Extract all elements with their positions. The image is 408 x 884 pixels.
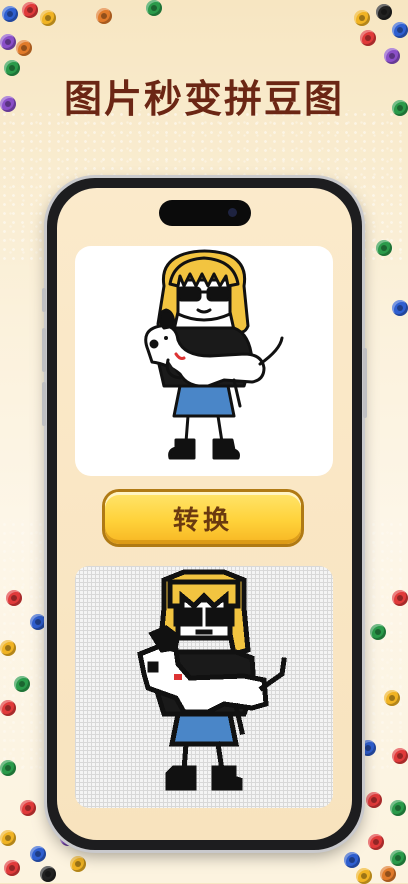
bead-dot-icon xyxy=(22,2,38,18)
bead-dot-icon xyxy=(392,100,408,116)
phone-power-button xyxy=(363,348,367,418)
bead-dot-icon xyxy=(370,624,386,640)
bead-dot-icon xyxy=(368,834,384,850)
bead-dot-icon xyxy=(2,6,18,22)
bead-dot-icon xyxy=(0,96,16,112)
bead-dot-icon xyxy=(14,676,30,692)
bead-dot-icon xyxy=(146,0,162,16)
bead-dot-icon xyxy=(356,868,372,884)
bead-dot-icon xyxy=(6,590,22,606)
bead-dot-icon xyxy=(376,4,392,20)
bead-dot-icon xyxy=(390,800,406,816)
bead-dot-icon xyxy=(0,34,16,50)
bead-dot-icon xyxy=(4,860,20,876)
pixel-bead-illustration-icon xyxy=(137,569,287,791)
original-illustration-icon xyxy=(144,249,284,460)
original-image-card[interactable] xyxy=(75,246,333,476)
phone-mockup: 转换 xyxy=(42,178,367,850)
bead-dot-icon xyxy=(392,300,408,316)
bead-dot-icon xyxy=(0,640,16,656)
phone-volume-up xyxy=(42,328,46,372)
bead-dot-icon xyxy=(392,22,408,38)
bead-dot-icon xyxy=(0,700,16,716)
bead-dot-icon xyxy=(4,60,20,76)
bead-dot-icon xyxy=(384,690,400,706)
phone-volume-down xyxy=(42,382,46,426)
bead-dot-icon xyxy=(40,866,56,882)
phone-side-button xyxy=(42,288,46,312)
convert-button[interactable]: 转换 xyxy=(105,492,301,544)
bead-dot-icon xyxy=(96,8,112,24)
bead-dot-icon xyxy=(20,800,36,816)
bead-dot-icon xyxy=(360,740,376,756)
page-headline: 图片秒变拼豆图 xyxy=(63,77,344,121)
bead-dot-icon xyxy=(392,748,408,764)
bead-dot-icon xyxy=(384,48,400,64)
bead-dot-icon xyxy=(360,30,376,46)
bead-dot-icon xyxy=(70,856,86,872)
phone-screen: 转换 xyxy=(57,188,352,840)
bead-dot-icon xyxy=(0,830,16,846)
bead-dot-icon xyxy=(390,850,406,866)
bead-dot-icon xyxy=(392,590,408,606)
bead-dot-icon xyxy=(354,10,370,26)
bead-pattern-card[interactable] xyxy=(75,566,333,808)
bead-dot-icon xyxy=(380,866,396,882)
bead-dot-icon xyxy=(30,846,46,862)
bead-dot-icon xyxy=(0,760,16,776)
bead-dot-icon xyxy=(16,40,32,56)
bead-dot-icon xyxy=(40,10,56,26)
bead-dot-icon xyxy=(376,240,392,256)
bead-dot-icon xyxy=(366,792,382,808)
bead-dot-icon xyxy=(344,852,360,868)
bead-dot-icon xyxy=(30,614,46,630)
dynamic-island xyxy=(158,200,251,226)
